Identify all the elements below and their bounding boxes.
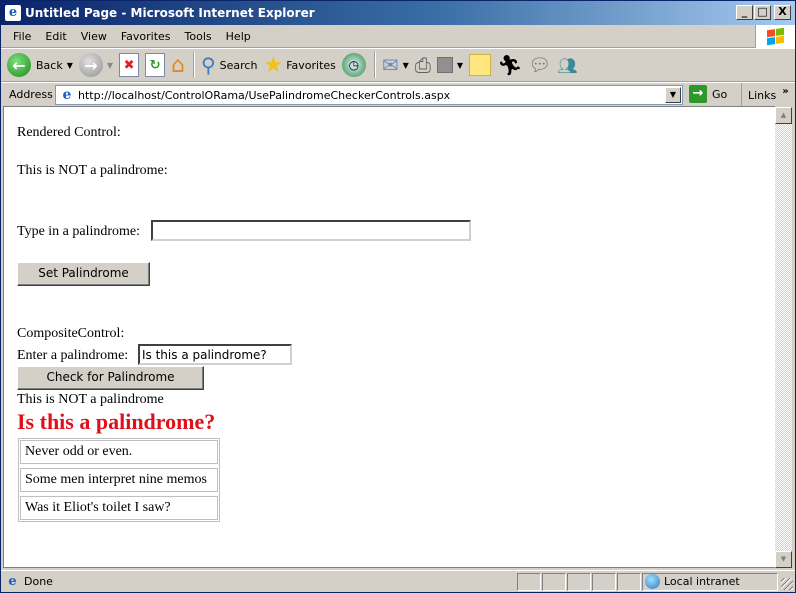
search-button[interactable]: ⚲ Search [201, 53, 257, 77]
palindrome-table: Never odd or even. Some men interpret ni… [18, 438, 220, 522]
aim-button[interactable]: 🏃︎ [497, 53, 522, 77]
edit-page-icon [436, 57, 453, 73]
toolbar-separator [373, 52, 376, 78]
menu-help[interactable]: Help [220, 30, 259, 43]
palindrome-row: Never odd or even. [20, 440, 218, 464]
printer-icon: ⎙ [414, 53, 431, 77]
menu-file[interactable]: File [1, 30, 39, 43]
mail-icon: ✉ [381, 53, 399, 77]
favorites-label: Favorites [286, 58, 336, 72]
status-panel [567, 572, 591, 591]
address-label: Address [9, 88, 53, 101]
search-icon: ⚲ [201, 53, 216, 77]
type-palindrome-input[interactable] [151, 220, 471, 241]
standard-toolbar: ← Back ▼ → ▼ ✖ ↻ ⌂ ⚲ Search ★ Favorites … [1, 48, 795, 82]
window-title: Untitled Page - Microsoft Internet Explo… [25, 6, 315, 20]
windows-logo-icon [755, 25, 795, 48]
type-palindrome-label: Type in a palindrome: [17, 224, 141, 239]
enter-palindrome-input[interactable] [138, 344, 292, 365]
star-icon: ★ [263, 52, 284, 78]
notes-button[interactable] [468, 54, 491, 76]
stop-button[interactable]: ✖ [119, 53, 140, 77]
back-button[interactable]: ← Back ▼ [7, 53, 73, 77]
links-label: Links [748, 88, 777, 102]
messenger-button[interactable]: 👥︎ [557, 56, 577, 75]
menu-edit[interactable]: Edit [39, 30, 74, 43]
vertical-scrollbar[interactable]: ▲ ▼ [775, 107, 792, 568]
address-input[interactable]: e http://localhost/ControlORama/UsePalin… [55, 85, 683, 105]
resize-grip[interactable] [781, 578, 793, 590]
intranet-globe-icon [645, 574, 660, 589]
menu-tools[interactable]: Tools [179, 30, 220, 43]
go-arrow-icon: → [689, 85, 707, 103]
status-text: Done [24, 575, 53, 588]
aim-running-man-icon: 🏃︎ [496, 53, 523, 77]
address-url[interactable]: http://localhost/ControlORama/UsePalindr… [78, 89, 665, 102]
back-label: Back [36, 58, 63, 72]
page-content: Rendered Control: This is NOT a palindro… [3, 106, 775, 568]
sticky-note-icon [468, 54, 491, 76]
back-dropdown-icon[interactable]: ▼ [67, 61, 73, 70]
check-palindrome-button[interactable]: Check for Palindrome [17, 366, 204, 390]
maximize-button[interactable]: □ [754, 5, 771, 20]
scroll-down-button[interactable]: ▼ [775, 551, 792, 568]
browser-window: e Untitled Page - Microsoft Internet Exp… [0, 0, 796, 593]
mail-dropdown-icon[interactable]: ▼ [403, 61, 409, 70]
enter-palindrome-label: Enter a palindrome: [17, 348, 129, 363]
menu-view[interactable]: View [75, 30, 115, 43]
favorites-button[interactable]: ★ Favorites [263, 53, 335, 78]
home-icon: ⌂ [171, 52, 185, 78]
forward-button[interactable]: → ▼ [78, 53, 113, 77]
menu-bar: File Edit View Favorites Tools Help [1, 25, 795, 48]
minimize-button[interactable]: _ [736, 5, 753, 20]
forward-arrow-icon: → [78, 53, 103, 77]
status-panel [592, 572, 616, 591]
page-icon: e [62, 87, 72, 103]
discuss-button[interactable]: 💬︎ [528, 55, 551, 76]
rendered-control-result: This is NOT a palindrome: [17, 163, 168, 178]
status-panel [617, 572, 641, 591]
menu-favorites[interactable]: Favorites [115, 30, 179, 43]
scroll-up-button[interactable]: ▲ [775, 107, 792, 124]
security-zone: Local intranet [642, 572, 778, 591]
search-label: Search [219, 58, 258, 72]
messenger-icon: 👥︎ [557, 55, 578, 75]
address-bar: Address e http://localhost/ControlORama/… [1, 82, 795, 107]
palindrome-row: Was it Eliot's toilet I saw? [20, 496, 218, 520]
palindrome-row: Some men interpret nine memos [20, 468, 218, 492]
address-dropdown-icon[interactable]: ▼ [665, 87, 681, 103]
history-button[interactable]: ◷ [341, 53, 366, 77]
links-button[interactable]: Links » [741, 83, 789, 107]
edit-dropdown-icon[interactable]: ▼ [457, 61, 463, 70]
stop-icon: ✖ [119, 53, 140, 77]
status-bar: e Done Local intranet [1, 570, 795, 592]
mail-button[interactable]: ✉ ▼ [382, 53, 409, 77]
back-arrow-icon: ← [7, 53, 31, 77]
page-done-icon: e [8, 574, 17, 589]
palindrome-display-heading: Is this a palindrome? [17, 409, 216, 434]
refresh-icon: ↻ [145, 53, 166, 77]
composite-result: This is NOT a palindrome [17, 392, 164, 407]
chevron-right-icon: » [782, 85, 789, 97]
close-button[interactable]: X [774, 5, 791, 20]
home-button[interactable]: ⌂ [171, 53, 185, 78]
zone-label: Local intranet [664, 575, 740, 588]
ie-icon: e [5, 5, 21, 21]
status-panel [542, 572, 566, 591]
print-button[interactable]: ⎙ [415, 53, 431, 77]
speech-bubble-icon: 💬︎ [528, 54, 552, 76]
status-panel [517, 572, 541, 591]
go-button[interactable]: → Go [689, 85, 727, 103]
rendered-control-heading: Rendered Control: [17, 125, 121, 140]
edit-button[interactable]: ▼ [436, 57, 463, 73]
refresh-button[interactable]: ↻ [145, 53, 166, 77]
set-palindrome-button[interactable]: Set Palindrome [17, 262, 150, 286]
history-icon: ◷ [341, 53, 366, 77]
toolbar-separator [193, 52, 195, 78]
go-label: Go [712, 87, 728, 101]
forward-dropdown-icon[interactable]: ▼ [107, 61, 113, 70]
title-bar: e Untitled Page - Microsoft Internet Exp… [1, 1, 795, 25]
composite-control-heading: CompositeControl: [17, 326, 125, 341]
